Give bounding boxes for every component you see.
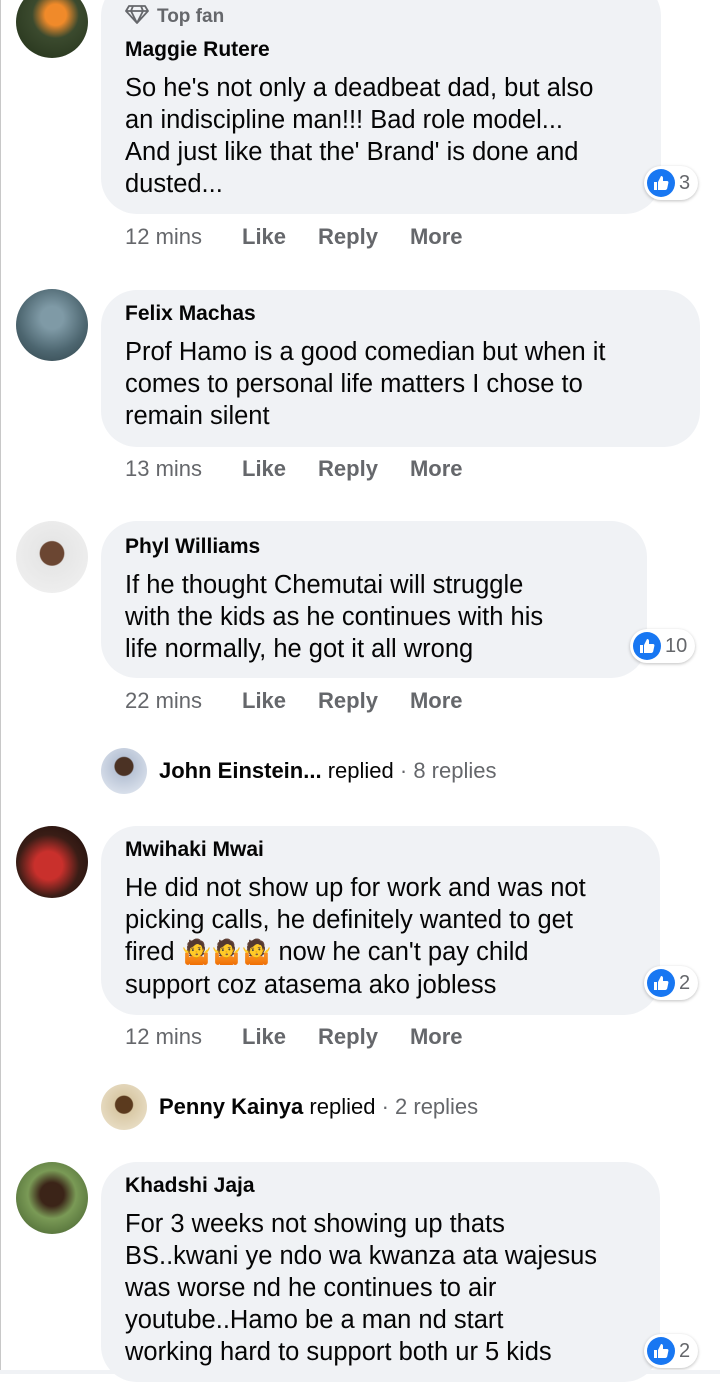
comment-author[interactable]: Mwihaki Mwai: [125, 838, 264, 862]
reply-count: · 8 replies: [399, 758, 497, 783]
bottom-divider: [0, 1370, 720, 1374]
view-replies-link[interactable]: Penny Kainya replied · 2 replies: [101, 1082, 478, 1132]
like-button[interactable]: Like: [242, 224, 286, 250]
diamond-icon: [125, 4, 149, 30]
left-divider: [0, 0, 1, 1374]
view-replies-link[interactable]: John Einstein... replied · 8 replies: [101, 746, 496, 796]
more-button[interactable]: More: [410, 688, 463, 714]
comment-bubble[interactable]: Phyl Williams If he thought Chemutai wil…: [101, 521, 647, 678]
comment-bubble[interactable]: Mwihaki Mwai He did not show up for work…: [101, 826, 660, 1015]
comment-author[interactable]: Khadshi Jaja: [125, 1174, 255, 1198]
thumbs-up-icon: [647, 969, 675, 997]
like-button[interactable]: Like: [242, 1024, 286, 1050]
comment-time[interactable]: 22 mins: [125, 688, 242, 714]
avatar[interactable]: [16, 289, 88, 361]
comment-text-line: He did not show up for work and was not: [125, 874, 586, 902]
reaction-count[interactable]: 2: [644, 1334, 699, 1368]
shrug-emoji: 🤷: [181, 939, 212, 966]
comment-author[interactable]: Maggie Rutere: [125, 38, 270, 62]
reply-button[interactable]: Reply: [318, 1024, 378, 1050]
avatar[interactable]: [16, 1162, 88, 1234]
reaction-count[interactable]: 3: [644, 166, 699, 200]
replier-name: Penny Kainya: [159, 1094, 304, 1119]
more-button[interactable]: More: [410, 456, 463, 482]
more-button[interactable]: More: [410, 224, 463, 250]
avatar[interactable]: [16, 0, 88, 58]
replied-label: replied: [327, 758, 394, 783]
comment-author[interactable]: Phyl Williams: [125, 535, 260, 559]
replied-label: replied: [309, 1094, 376, 1119]
comment-actions: 22 mins Like Reply More: [125, 688, 495, 714]
shrug-emoji: 🤷: [241, 939, 272, 966]
comment-actions: 13 mins Like Reply More: [125, 456, 495, 482]
reaction-number: 10: [665, 634, 688, 657]
top-fan-label: Top fan: [157, 6, 225, 27]
reaction-number: 2: [679, 1339, 691, 1362]
reaction-count[interactable]: 2: [644, 966, 699, 1000]
comment-text: If he thought Chemutai will struggle wit…: [125, 571, 544, 663]
reply-button[interactable]: Reply: [318, 224, 378, 250]
thumbs-up-icon: [633, 632, 661, 660]
comment-text: He did not show up for work and was not …: [125, 872, 655, 1001]
reaction-number: 2: [679, 971, 691, 994]
thumbs-up-icon: [647, 1337, 675, 1365]
reply-button[interactable]: Reply: [318, 456, 378, 482]
like-button[interactable]: Like: [242, 688, 286, 714]
reply-count: · 2 replies: [381, 1094, 479, 1119]
avatar[interactable]: [16, 826, 88, 898]
comment-bubble[interactable]: Khadshi Jaja For 3 weeks not showing up …: [101, 1162, 660, 1382]
avatar: [101, 748, 147, 794]
replier-name: John Einstein...: [159, 758, 322, 783]
comment-actions: 12 mins Like Reply More: [125, 1024, 495, 1050]
comment-time[interactable]: 12 mins: [125, 1024, 242, 1050]
avatar: [101, 1084, 147, 1130]
comment-text-line: fired 🤷🤷🤷 now he can't pay child: [125, 938, 529, 966]
comment-author[interactable]: Felix Machas: [125, 302, 256, 326]
comment-actions: 12 mins Like Reply More: [125, 224, 495, 250]
more-button[interactable]: More: [410, 1024, 463, 1050]
shrug-emoji: 🤷: [211, 939, 242, 966]
comment-text-line: support coz atasema ako jobless: [125, 971, 497, 999]
avatar[interactable]: [16, 521, 88, 593]
comment-time[interactable]: 12 mins: [125, 224, 242, 250]
comment-bubble[interactable]: Felix Machas Prof Hamo is a good comedia…: [101, 290, 700, 447]
comment-text: Prof Hamo is a good comedian but when it…: [125, 338, 606, 430]
comment-text: So he's not only a deadbeat dad, but als…: [125, 74, 594, 198]
top-fan-badge: Top fan: [125, 4, 224, 30]
comment-bubble[interactable]: Top fan Maggie Rutere So he's not only a…: [101, 0, 661, 214]
reaction-count[interactable]: 10: [630, 629, 696, 663]
reply-button[interactable]: Reply: [318, 688, 378, 714]
thumbs-up-icon: [647, 169, 675, 197]
comment-time[interactable]: 13 mins: [125, 456, 242, 482]
comment-text: For 3 weeks not showing up thats BS..kwa…: [125, 1210, 597, 1366]
like-button[interactable]: Like: [242, 456, 286, 482]
reaction-number: 3: [679, 171, 691, 194]
comment-text-line: picking calls, he definitely wanted to g…: [125, 906, 573, 934]
